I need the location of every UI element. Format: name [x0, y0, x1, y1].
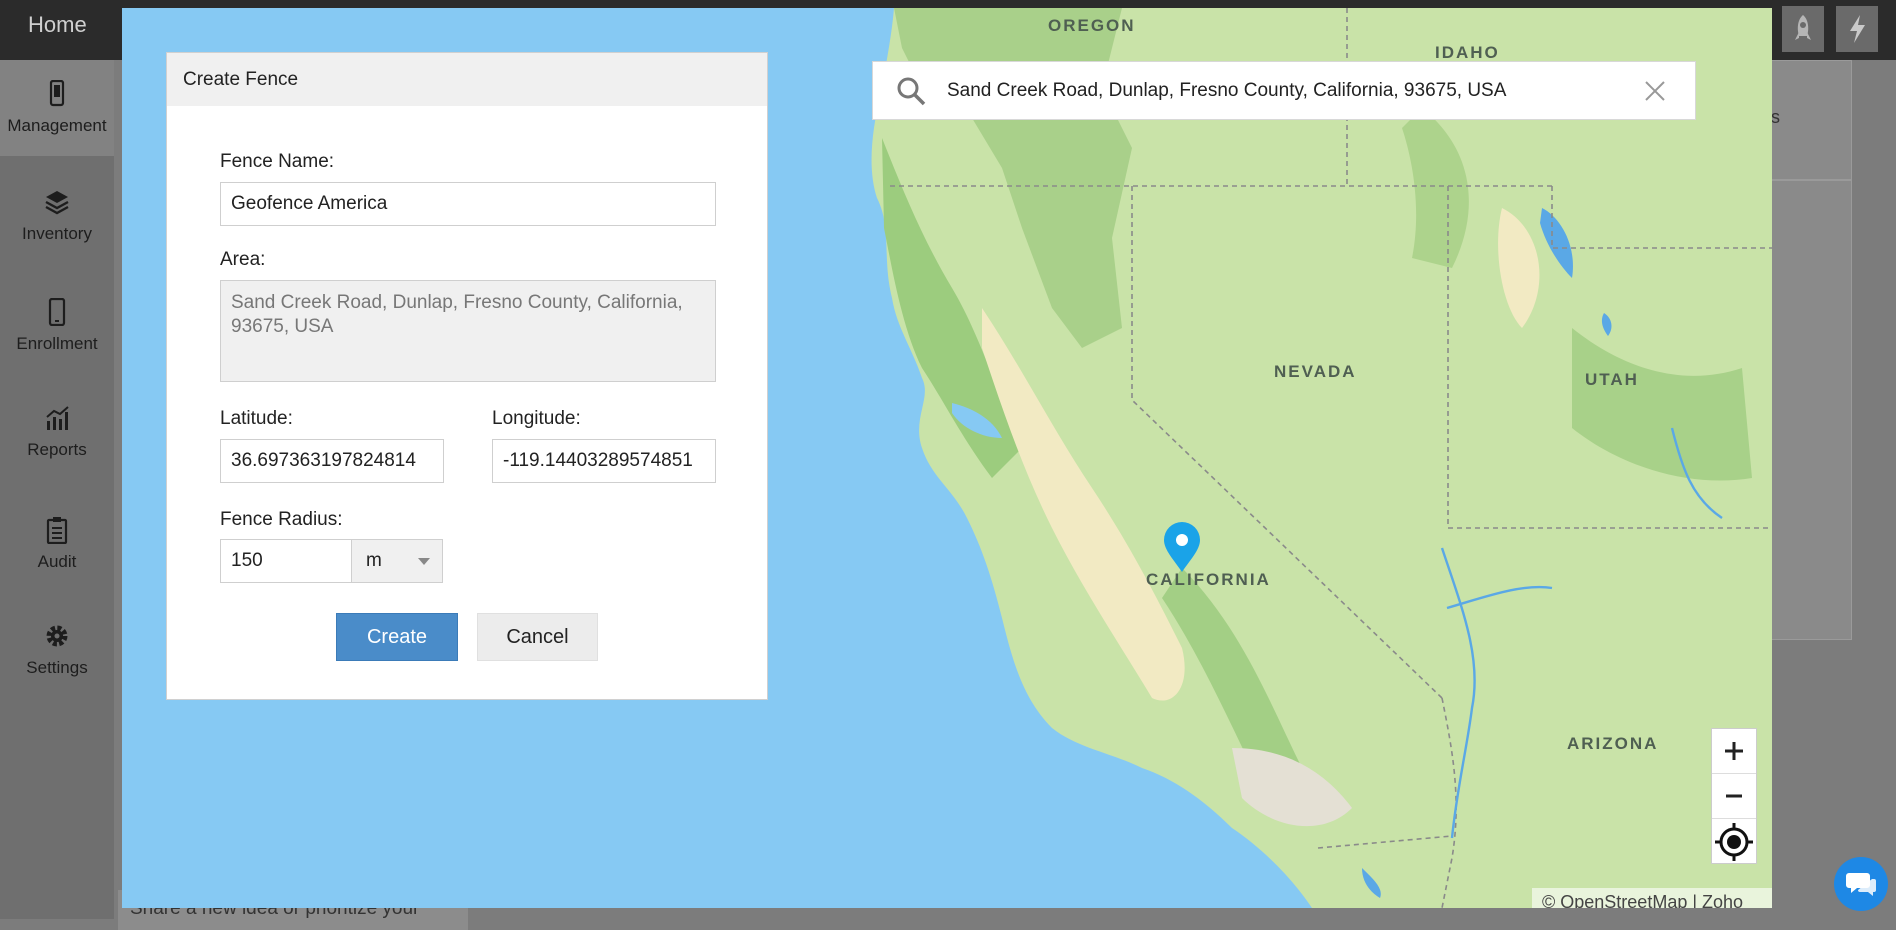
location-pin-icon[interactable]	[1162, 522, 1202, 574]
background-fragment: s	[1771, 107, 1780, 127]
radius-unit-select[interactable]: m	[351, 539, 443, 583]
chevron-down-icon	[418, 558, 430, 565]
fence-name-label: Fence Name:	[220, 151, 335, 172]
nav-label: Management	[7, 116, 107, 135]
zoom-in-button[interactable]	[1712, 729, 1756, 774]
map-attribution[interactable]: © OpenStreetMap | Zoho Maps Attributions	[1532, 888, 1772, 908]
plus-icon	[1725, 742, 1743, 760]
nav-label: Inventory	[22, 224, 92, 243]
cancel-button[interactable]: Cancel	[477, 613, 598, 661]
map-label-arizona: ARIZONA	[1567, 734, 1659, 753]
minus-icon	[1726, 794, 1742, 798]
rocket-button[interactable]	[1782, 6, 1824, 52]
background-card: s	[1770, 60, 1852, 180]
fence-radius-input[interactable]: 150	[220, 539, 352, 583]
fence-name-input[interactable]: Geofence America	[220, 182, 716, 226]
longitude-label: Longitude:	[492, 408, 581, 429]
nav-label: Settings	[26, 658, 88, 677]
locate-me-button[interactable]	[1712, 819, 1756, 864]
nav-item-reports[interactable]: Reports	[0, 384, 114, 480]
map-label-idaho: IDAHO	[1435, 43, 1500, 62]
create-fence-dialog: Create Fence Fence Name: Geofence Americ…	[166, 52, 768, 700]
nav-item-management[interactable]: Management	[0, 60, 114, 156]
layers-icon	[45, 191, 69, 215]
chat-icon	[1846, 873, 1876, 896]
area-textarea[interactable]: Sand Creek Road, Dunlap, Fresno County, …	[220, 280, 716, 382]
longitude-input[interactable]: -119.14403289574851	[492, 439, 716, 483]
latitude-input[interactable]: 36.697363197824814	[220, 439, 444, 483]
area-label: Area:	[220, 249, 266, 270]
bar-chart-icon	[46, 406, 69, 430]
nav-item-settings[interactable]: Settings	[0, 602, 114, 698]
home-link[interactable]: Home	[28, 0, 87, 50]
create-button[interactable]: Create	[336, 613, 458, 661]
map-search-bar[interactable]: Sand Creek Road, Dunlap, Fresno County, …	[872, 61, 1696, 120]
nav-label: Reports	[27, 440, 87, 459]
dialog-title: Create Fence	[167, 53, 767, 106]
map-label-nevada: NEVADA	[1274, 362, 1357, 381]
background-panel	[1770, 180, 1852, 640]
map-label-oregon: OREGON	[1048, 16, 1136, 35]
nav-label: Audit	[37, 552, 77, 571]
map-label-utah: UTAH	[1585, 370, 1639, 389]
search-icon	[897, 77, 926, 105]
mobile-icon	[49, 80, 65, 107]
flash-button[interactable]	[1836, 6, 1878, 52]
nav-item-enrollment[interactable]: Enrollment	[0, 278, 114, 374]
nav-label: Enrollment	[16, 334, 98, 353]
nav-item-audit[interactable]: Audit	[0, 496, 114, 592]
latitude-label: Latitude:	[220, 408, 293, 429]
crosshair-icon	[1715, 822, 1753, 861]
clipboard-icon	[46, 517, 68, 544]
fence-radius-label: Fence Radius:	[220, 509, 343, 530]
nav-item-inventory[interactable]: Inventory	[0, 168, 114, 264]
zoom-controls	[1711, 728, 1757, 864]
radius-unit-value: m	[366, 550, 382, 571]
zoom-out-button[interactable]	[1712, 774, 1756, 819]
close-icon[interactable]	[1643, 79, 1667, 103]
map-search-input[interactable]: Sand Creek Road, Dunlap, Fresno County, …	[947, 80, 1643, 102]
chat-button[interactable]	[1834, 857, 1888, 911]
phone-icon	[48, 298, 66, 326]
rocket-icon	[1795, 15, 1811, 40]
left-navigation: Management Inventory Enrollment Reports …	[0, 60, 114, 919]
lightning-icon	[1850, 15, 1865, 43]
gear-icon	[46, 625, 68, 647]
